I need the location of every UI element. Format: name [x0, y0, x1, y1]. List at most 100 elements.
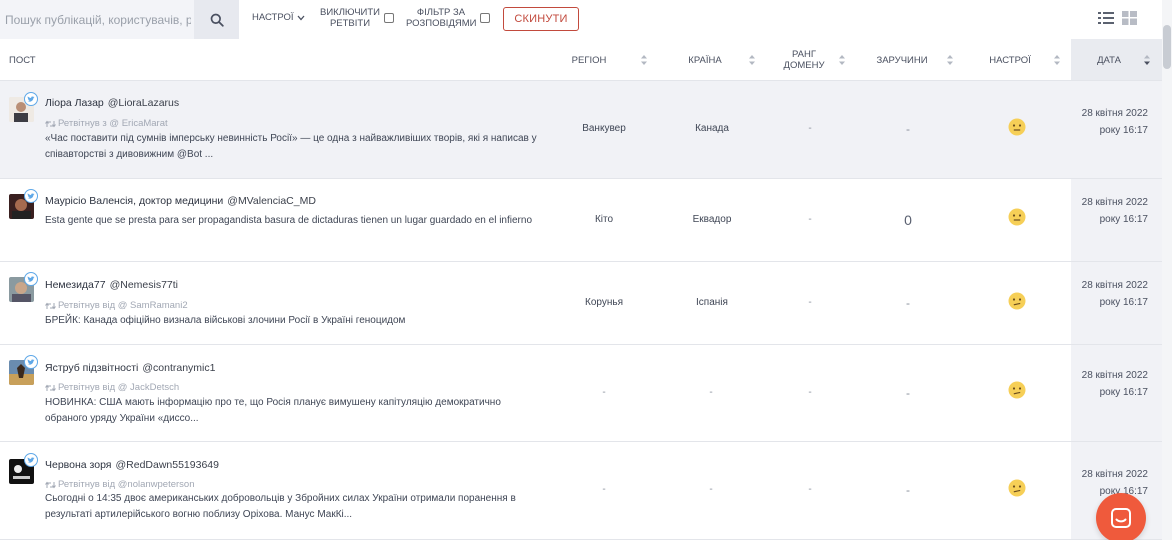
author-handle[interactable]: @LioraLazarus — [108, 97, 179, 109]
chat-button[interactable] — [1096, 493, 1146, 540]
scrollbar-track[interactable] — [1162, 0, 1172, 540]
sort-icon[interactable] — [748, 54, 756, 66]
table-row[interactable]: Яструб підзвітності @contranymic1 Ретвітн… — [0, 345, 1162, 442]
twitter-icon — [24, 453, 38, 467]
country-cell: Іспанія — [696, 297, 728, 308]
search-button[interactable] — [194, 0, 239, 39]
region-cell: - — [602, 387, 606, 398]
retweet-info: Ретвітнув від @nolanwpeterson — [45, 479, 195, 490]
twitter-icon — [24, 355, 38, 369]
search-box — [0, 0, 194, 39]
neutral-face-icon — [1008, 118, 1026, 136]
region-cell: - — [602, 484, 606, 495]
author-handle[interactable]: @MValenciaC_MD — [227, 195, 316, 207]
column-header-domain-rank[interactable]: РАНГ ДОМЕНУ — [776, 39, 832, 81]
reasons-cell: 0 — [904, 212, 912, 228]
domain-rank-cell: - — [808, 297, 812, 308]
twitter-icon — [24, 189, 38, 203]
post-text[interactable]: БРЕЙК: Канада офіційно визнала військові… — [45, 313, 545, 329]
retweet-info: Ретвітнув від @ SamRamani2 — [45, 300, 188, 311]
sort-icon[interactable] — [946, 54, 954, 66]
post-author[interactable]: Яструб підзвітності @contranymic1 — [45, 362, 215, 374]
grid-view-icon[interactable] — [1122, 11, 1137, 25]
domain-rank-cell: - — [808, 214, 812, 225]
column-header-post: ПОСТ — [9, 54, 36, 66]
search-input[interactable] — [5, 12, 191, 28]
retweet-icon — [45, 384, 56, 391]
sort-icon[interactable] — [640, 54, 648, 66]
post-text[interactable]: Сьогодні о 14:35 двоє американських добр… — [45, 491, 545, 523]
reasons-cell: - — [906, 296, 910, 310]
confused-face-icon — [1008, 479, 1026, 497]
list-view-icon[interactable] — [1098, 11, 1114, 25]
exclude-retweets-label: ВИКЛЮЧИТИ РЕТВІТИ — [320, 7, 381, 29]
author-handle[interactable]: @RedDawn55193649 — [115, 459, 218, 471]
sort-icon[interactable] — [838, 54, 846, 66]
retweet-label: Ретвітнув з @ EricaMarat — [58, 118, 168, 129]
author-handle[interactable]: @contranymic1 — [142, 362, 215, 374]
fact-filter-checkbox[interactable] — [480, 13, 490, 23]
post-text[interactable]: «Час поставити під сумнів імперську неви… — [45, 131, 545, 163]
retweet-icon — [45, 302, 56, 309]
neutral-face-icon — [1008, 208, 1026, 226]
twitter-icon — [24, 272, 38, 286]
chat-icon — [1111, 508, 1131, 528]
post-author[interactable]: Маурісіо Валенсія, доктор медицини @MVale… — [45, 195, 316, 207]
date-cell: 28 квітня 2022 року 16:17 — [1081, 108, 1148, 136]
reasons-cell: - — [906, 483, 910, 497]
author-name[interactable]: Маурісіо Валенсія, доктор медицини — [45, 195, 223, 207]
mood-filter-label: НАСТРОЇ — [252, 12, 294, 23]
twitter-icon — [24, 92, 38, 106]
country-cell: - — [709, 484, 713, 495]
domain-rank-cell: - — [808, 387, 812, 398]
reset-button[interactable]: СКИНУТИ — [503, 7, 579, 31]
column-header-region[interactable]: РЕГІОН — [560, 39, 618, 81]
scrollbar-thumb[interactable] — [1163, 25, 1171, 69]
country-cell: - — [709, 387, 713, 398]
search-icon — [210, 13, 224, 27]
column-header-mood[interactable]: НАСТРОЇ — [980, 39, 1040, 81]
sort-icon[interactable] — [1143, 54, 1151, 66]
country-cell: Канада — [695, 123, 729, 134]
date-cell: 28 квітня 2022 року 16:17 — [1081, 370, 1148, 398]
author-name[interactable]: Яструб підзвітності — [45, 362, 138, 374]
table-row[interactable]: Ліора Лазар @LioraLazarus Ретвітнув з @ E… — [0, 81, 1162, 179]
column-header-country[interactable]: КРАЇНА — [676, 39, 734, 81]
author-handle[interactable]: @Nemesis77ti — [110, 279, 178, 291]
region-cell: Ванкувер — [582, 123, 626, 134]
region-cell: Корунья — [585, 297, 623, 308]
post-text[interactable]: НОВИНКА: США мають інформацію про те, що… — [45, 395, 545, 427]
retweet-info: Ретвітнув від @ JackDetsch — [45, 382, 179, 393]
domain-rank-cell: - — [808, 484, 812, 495]
post-author[interactable]: Ліора Лазар @LioraLazarus — [45, 97, 179, 109]
country-cell: Еквадор — [692, 214, 732, 225]
table-row[interactable]: Немезида77 @Nemesis77ti Ретвітнув від @ S… — [0, 262, 1162, 345]
exclude-retweets-checkbox[interactable] — [384, 13, 394, 23]
domain-rank-cell: - — [808, 123, 812, 134]
date-cell: 28 квітня 2022 року 16:17 — [1081, 197, 1148, 225]
column-header-reasons[interactable]: ЗАРУЧИНИ — [868, 39, 936, 81]
retweet-label: Ретвітнув від @ JackDetsch — [58, 382, 180, 393]
column-header-date[interactable]: ДАТА — [1086, 39, 1132, 81]
post-text[interactable]: Esta gente que se presta para ser propag… — [45, 213, 545, 229]
chevron-down-icon — [297, 15, 304, 20]
sort-icon[interactable] — [1053, 54, 1061, 66]
mood-filter-dropdown[interactable]: НАСТРОЇ — [252, 12, 305, 23]
retweet-icon — [45, 120, 56, 127]
table-header: ПОСТ РЕГІОН КРАЇНА РАНГ ДОМЕНУ ЗАРУЧИНИ … — [0, 39, 1162, 81]
post-author[interactable]: Червона зоря @RedDawn55193649 — [45, 459, 219, 471]
date-cell: 28 квітня 2022 року 16:17 — [1081, 280, 1148, 308]
region-cell: Кіто — [594, 214, 614, 225]
author-name[interactable]: Червона зоря — [45, 459, 111, 471]
reasons-cell: - — [906, 122, 910, 136]
post-author[interactable]: Немезида77 @Nemesis77ti — [45, 279, 178, 291]
author-name[interactable]: Немезида77 — [45, 279, 106, 291]
fact-filter-label: ФІЛЬТР ЗА РОЗПОВІДЯМИ — [406, 7, 477, 29]
retweet-label: Ретвітнув від @ SamRamani2 — [58, 300, 188, 311]
author-name[interactable]: Ліора Лазар — [45, 97, 104, 109]
reasons-cell: - — [906, 386, 910, 400]
confused-face-icon — [1008, 292, 1026, 310]
table-row[interactable]: Маурісіо Валенсія, доктор медицини @MVale… — [0, 179, 1162, 262]
table-row[interactable]: Червона зоря @RedDawn55193649 Ретвітнув в… — [0, 442, 1162, 540]
retweet-info: Ретвітнув з @ EricaMarat — [45, 118, 168, 129]
